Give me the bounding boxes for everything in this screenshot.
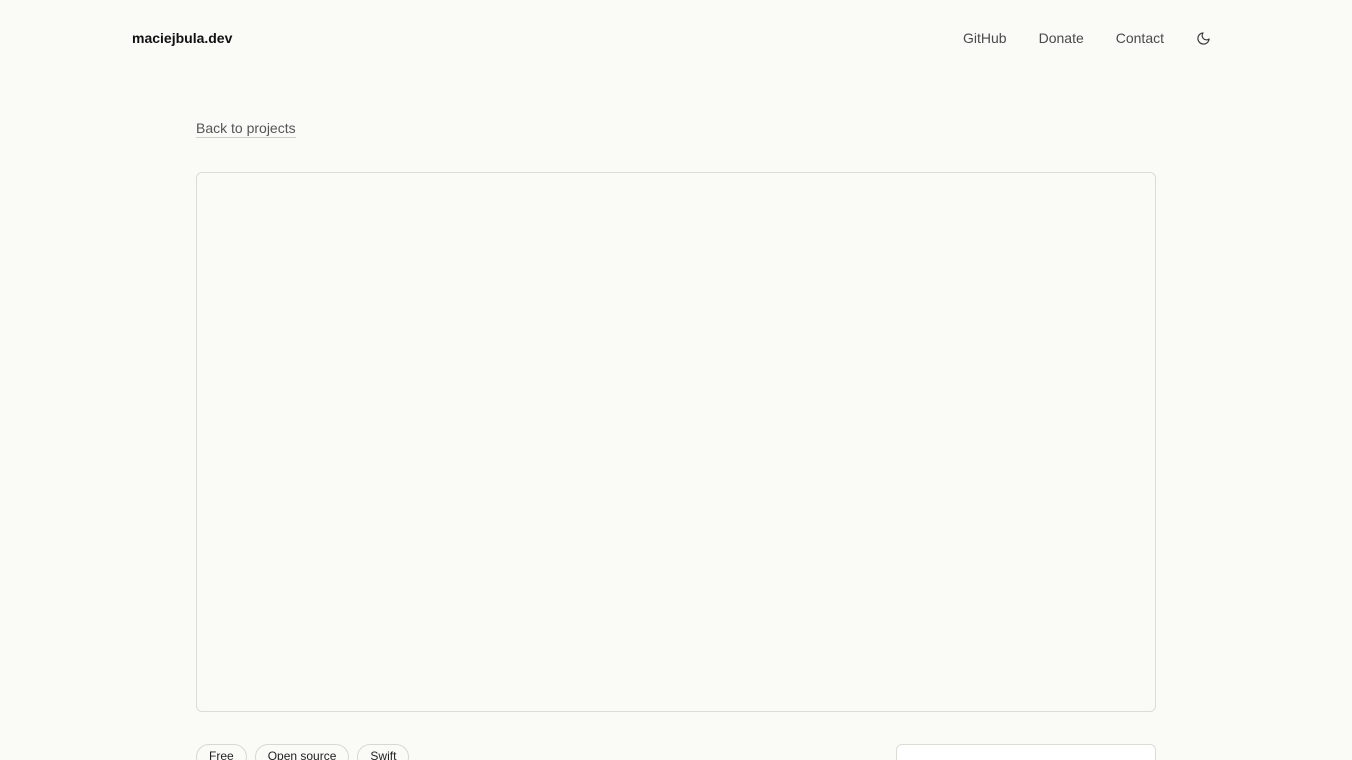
tag-swift: Swift xyxy=(357,744,410,760)
project-preview-frame xyxy=(196,172,1156,712)
nav-contact-link[interactable]: Contact xyxy=(1116,29,1164,47)
theme-toggle-button[interactable] xyxy=(1194,29,1212,47)
moon-icon xyxy=(1196,31,1210,45)
site-brand-link[interactable]: maciejbula.dev xyxy=(132,29,232,47)
page: maciejbula.dev GitHub Donate Contact Bac… xyxy=(0,0,1352,760)
project-tags: Free Open source Swift xyxy=(196,744,417,760)
tag-free: Free xyxy=(196,744,247,760)
back-to-projects-link[interactable]: Back to projects xyxy=(196,119,296,138)
nav-github-link[interactable]: GitHub xyxy=(963,29,1007,47)
top-nav: GitHub Donate Contact xyxy=(963,29,1212,47)
project-side-card xyxy=(896,744,1156,760)
site-header: maciejbula.dev GitHub Donate Contact xyxy=(0,0,1352,76)
tag-open-source: Open source xyxy=(254,744,350,760)
nav-donate-link[interactable]: Donate xyxy=(1039,29,1084,47)
